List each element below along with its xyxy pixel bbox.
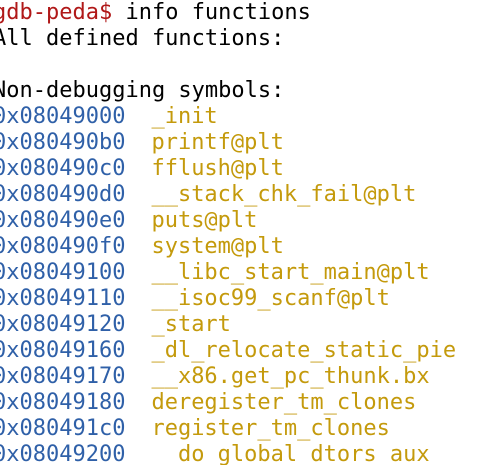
output-header: All defined functions: [0, 26, 285, 51]
symbol-address: 0x080490c0 [0, 156, 126, 181]
symbol-address: 0x08049120 [0, 312, 126, 337]
symbol-name: _start [151, 312, 231, 337]
symbol-row: 0x08049170 __x86.get_pc_thunk.bx [0, 364, 430, 390]
symbol-name: system@plt [151, 234, 284, 259]
symbol-address: 0x08049180 [0, 390, 126, 415]
symbol-row: 0x08049120 _start [0, 312, 231, 338]
symbol-name: __do_global_dtors_aux [151, 442, 430, 465]
symbol-name: __libc_start_main@plt [151, 260, 430, 285]
symbol-name: __x86.get_pc_thunk.bx [151, 364, 430, 389]
symbol-address: 0x080490f0 [0, 234, 126, 259]
symbol-address: 0x08049200 [0, 442, 126, 465]
symbol-row: 0x08049200 __do_global_dtors_aux [0, 442, 430, 465]
symbol-address: 0x08049000 [0, 104, 126, 129]
symbol-name: _dl_relocate_static_pie [151, 338, 457, 363]
symbol-name: deregister_tm_clones [151, 390, 417, 415]
symbol-row: 0x080490f0 system@plt [0, 234, 284, 260]
symbol-row: 0x08049180 deregister_tm_clones [0, 390, 416, 416]
symbol-row: 0x08049100 __libc_start_main@plt [0, 260, 430, 286]
symbol-address: 0x08049160 [0, 338, 126, 363]
symbol-address: 0x080490e0 [0, 208, 126, 233]
symbol-address: 0x08049110 [0, 286, 126, 311]
symbol-row: 0x08049000 _init [0, 104, 218, 130]
symbol-row: 0x08049110 __isoc99_scanf@plt [0, 286, 390, 312]
symbol-row: 0x08049160 _dl_relocate_static_pie [0, 338, 456, 364]
command-line: gdb-peda$ info functions [0, 0, 311, 26]
section-title: Non-debugging symbols: [0, 78, 285, 103]
symbol-name: puts@plt [151, 208, 258, 233]
symbol-address: 0x080490d0 [0, 182, 126, 207]
symbol-row: 0x080490c0 fflush@plt [0, 156, 284, 182]
symbol-row: 0x080490b0 printf@plt [0, 130, 284, 156]
symbol-row: 0x080491c0 register_tm_clones [0, 416, 390, 442]
symbol-address: 0x08049100 [0, 260, 126, 285]
symbol-name: fflush@plt [151, 156, 284, 181]
symbol-row: 0x080490e0 puts@plt [0, 208, 257, 234]
symbol-name: __isoc99_scanf@plt [151, 286, 390, 311]
symbol-row: 0x080490d0 __stack_chk_fail@plt [0, 182, 416, 208]
symbol-address: 0x08049170 [0, 364, 126, 389]
symbol-address: 0x080491c0 [0, 416, 126, 441]
symbol-name: _init [151, 104, 218, 129]
symbol-address: 0x080490b0 [0, 130, 126, 155]
symbol-name: register_tm_clones [151, 416, 390, 441]
command-text: info functions [112, 0, 311, 25]
symbol-name: __stack_chk_fail@plt [151, 182, 417, 207]
symbol-name: printf@plt [151, 130, 284, 155]
gdb-prompt: gdb-peda$ [0, 0, 113, 25]
terminal-window[interactable]: gdb-peda$ info functions All defined fun… [0, 0, 481, 465]
